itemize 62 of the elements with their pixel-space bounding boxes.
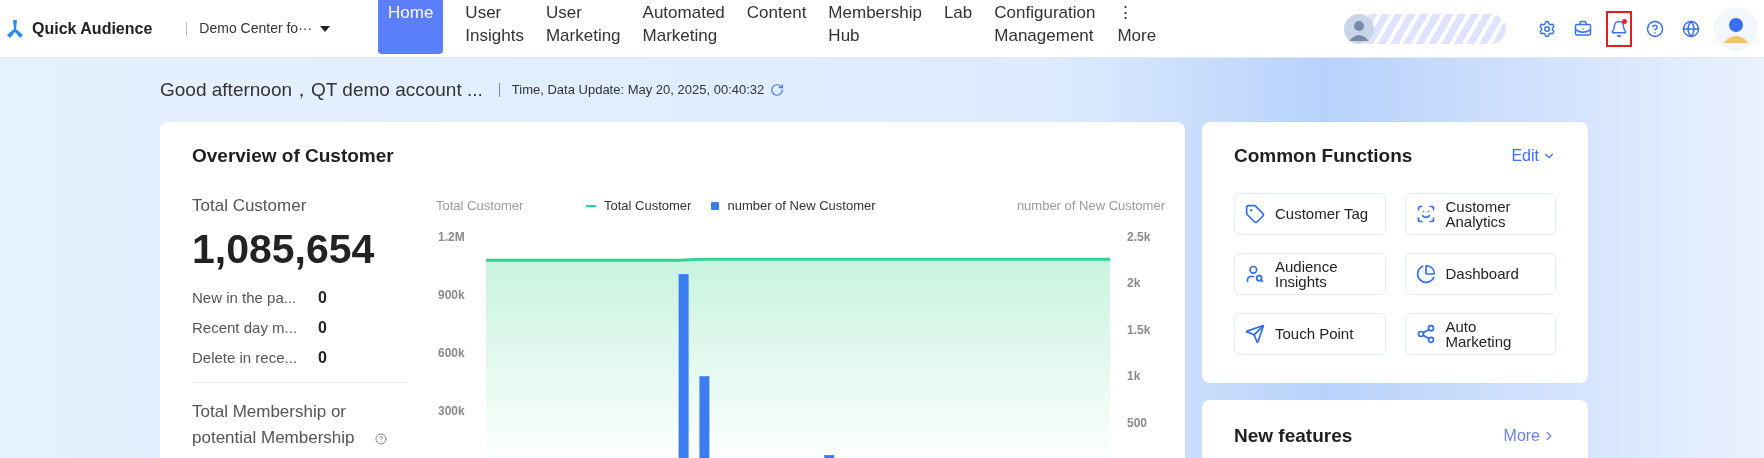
stat-label: Recent day m... (192, 317, 299, 338)
card-title: Overview of Customer (192, 144, 395, 168)
y-tick-label: 2.5k (1127, 229, 1151, 244)
refresh-icon[interactable] (770, 83, 785, 97)
card-title: New features (1234, 424, 1353, 448)
y-tick-label: 300k (438, 403, 465, 418)
workspace-dropdown[interactable]: Demo Center fo··· (199, 18, 331, 39)
send-icon (1245, 323, 1265, 344)
legend-label[interactable]: Total Customer (604, 195, 692, 216)
y-tick-label: 2k (1127, 275, 1141, 290)
avatar-icon (1344, 13, 1374, 44)
update-time: Time, Data Update: May 20, 2025, 00:40:32 (511, 81, 765, 100)
bar (824, 454, 835, 458)
pie-chart-icon (1415, 263, 1436, 284)
membership-label: Total Membership or potential Membership (192, 401, 356, 449)
function-button[interactable]: Touch Point (1234, 312, 1386, 355)
nav-tab[interactable]: User Insights (465, 0, 524, 54)
y-tick-label: 500 (1127, 415, 1148, 430)
user-pill[interactable] (1344, 13, 1506, 44)
function-button[interactable]: Customer Tag (1234, 192, 1386, 235)
edit-link[interactable]: Edit (1511, 144, 1556, 169)
stat-value: 0 (318, 288, 327, 308)
legend-label[interactable]: number of New Customer (727, 195, 876, 216)
stat-value: 0 (318, 348, 327, 368)
user-avatar-icon[interactable] (1714, 6, 1758, 51)
help-icon[interactable] (375, 433, 387, 445)
stat-label: Total Customer (192, 194, 308, 217)
nav-tab[interactable]: Configuration Management (994, 0, 1096, 54)
bell-icon[interactable] (1606, 10, 1632, 47)
face-scan-icon (1415, 203, 1436, 224)
stat-value: 0 (318, 318, 327, 338)
more-glyph: ⋮ (1117, 2, 1135, 24)
nav-tab[interactable]: User Marketing (545, 0, 621, 54)
legend-square-icon (711, 201, 720, 210)
y-tick-label: 1.5k (1127, 322, 1151, 337)
caret-icon (320, 25, 331, 32)
axis-title: number of New Customer (1016, 196, 1165, 215)
card-title: Common Functions (1234, 144, 1413, 168)
y-tick-label: 600k (438, 345, 465, 360)
total-customer-value: 1,085,654 (192, 225, 376, 274)
stat-label: Delete in rece... (192, 347, 299, 368)
nav-tab[interactable]: Automated Marketing (642, 0, 725, 54)
nav-tab[interactable]: Content (746, 0, 807, 54)
y-tick-label: 1.2M (438, 229, 465, 244)
nav-tab[interactable]: Lab (943, 0, 973, 54)
function-button[interactable]: Dashboard (1404, 252, 1556, 295)
function-button[interactable]: Auto Marketing (1404, 312, 1556, 355)
axis-title: Total Customer (436, 196, 525, 215)
greeting: Good afternoon，QT demo account ... (160, 77, 483, 102)
function-button[interactable]: Audience Insights (1234, 252, 1386, 295)
stat-label: New in the pa... (192, 287, 298, 308)
nav-tab[interactable]: Home (378, 0, 444, 54)
nav-tab[interactable]: ⋮ More (1117, 0, 1157, 54)
app-name: Quick Audience (32, 18, 153, 39)
user-search-icon (1245, 263, 1265, 284)
nav-tab[interactable]: Membership Hub (828, 0, 922, 54)
y-tick-label: 900k (438, 287, 465, 302)
tag-icon (1245, 203, 1265, 224)
y-tick-label: 1k (1127, 368, 1141, 383)
more-link[interactable]: More (1503, 424, 1556, 449)
network-icon (1415, 323, 1436, 344)
function-button[interactable]: Customer Analytics (1404, 192, 1556, 235)
